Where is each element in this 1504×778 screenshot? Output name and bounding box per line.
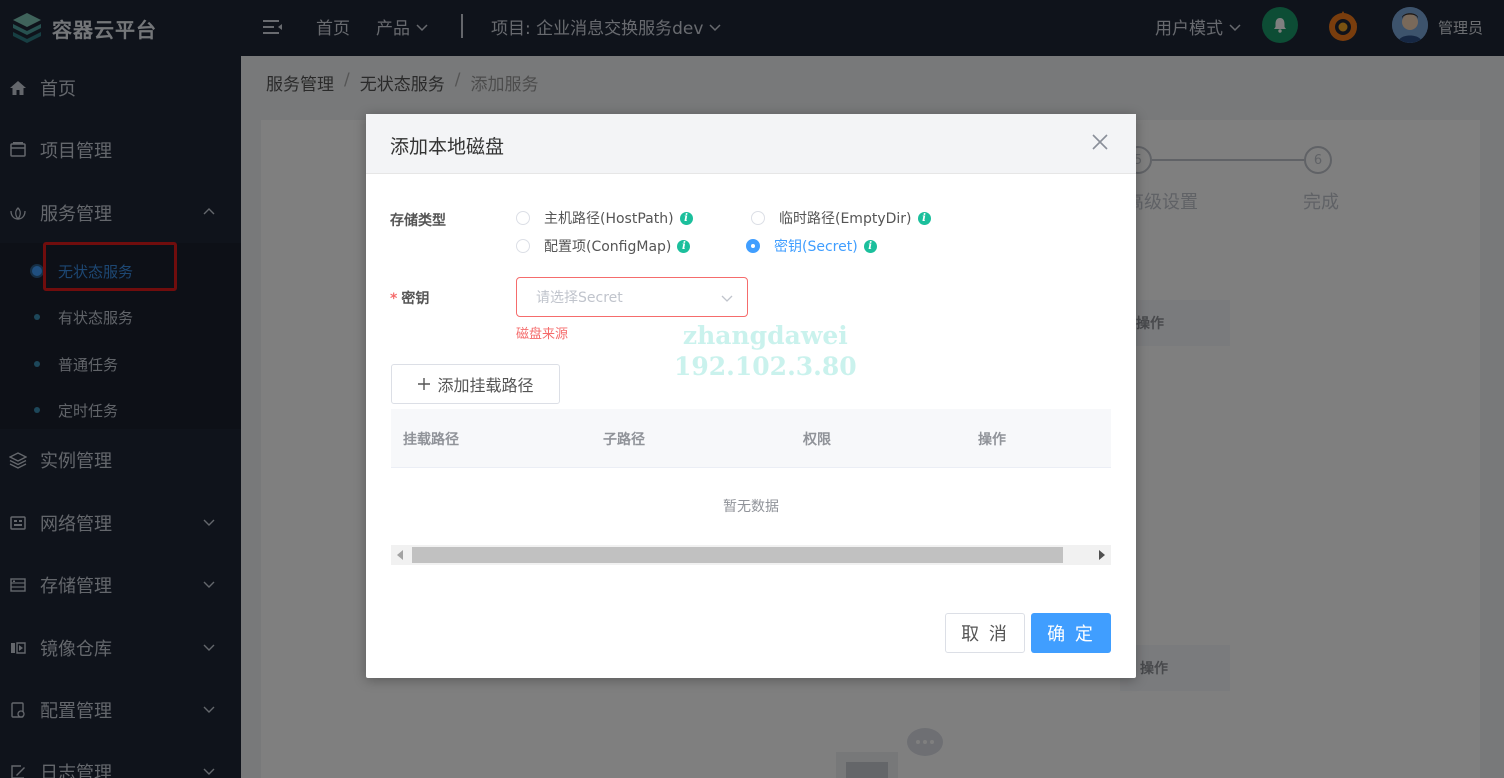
storage-type-label: 存储类型 xyxy=(390,213,446,229)
radio-circle xyxy=(751,211,765,225)
required-asterisk: * xyxy=(390,291,398,307)
info-icon[interactable]: i xyxy=(677,239,691,253)
radio-label: 主机路径(HostPath) xyxy=(544,211,674,227)
watermark-line: 192.102.3.80 xyxy=(674,352,857,381)
close-icon[interactable] xyxy=(1090,132,1110,152)
info-icon[interactable]: i xyxy=(863,239,877,253)
add-mount-path-label: 添加挂载路径 xyxy=(437,376,534,395)
secret-select-placeholder: 请选择Secret xyxy=(536,290,623,306)
scroll-right-arrow-icon[interactable] xyxy=(1099,550,1105,560)
secret-label: * 密钥 xyxy=(390,288,429,308)
column-header: 挂载路径 xyxy=(403,432,459,448)
radio-secret[interactable]: 密钥(Secret) i xyxy=(746,236,877,256)
add-local-disk-dialog: 添加本地磁盘 存储类型 主机路径(HostPath) i 临时路径(EmptyD… xyxy=(366,114,1136,678)
add-mount-path-button[interactable]: 添加挂载路径 xyxy=(391,364,560,404)
column-header: 权限 xyxy=(803,432,831,448)
radio-emptydir[interactable]: 临时路径(EmptyDir) i xyxy=(751,208,931,228)
confirm-button[interactable]: 确 定 xyxy=(1031,613,1111,653)
radio-configmap[interactable]: 配置项(ConfigMap) i xyxy=(516,236,691,256)
radio-label: 密钥(Secret) xyxy=(774,239,858,255)
chevron-down-icon xyxy=(721,295,733,302)
radio-hostpath[interactable]: 主机路径(HostPath) i xyxy=(516,208,693,228)
radio-label: 临时路径(EmptyDir) xyxy=(779,211,912,227)
radio-circle xyxy=(746,239,760,253)
validation-error: 磁盘来源 xyxy=(516,327,569,342)
scrollbar-thumb[interactable] xyxy=(412,547,1063,563)
secret-select[interactable]: 请选择Secret xyxy=(516,277,748,317)
scroll-left-arrow-icon[interactable] xyxy=(397,550,403,560)
radio-circle xyxy=(516,239,530,253)
watermark-line: zhangdawei xyxy=(682,321,848,350)
secret-label-text: 密钥 xyxy=(401,291,430,307)
cancel-button[interactable]: 取 消 xyxy=(945,613,1025,653)
table-header: 挂载路径 子路径 权限 操作 xyxy=(391,409,1111,468)
horizontal-scrollbar[interactable] xyxy=(391,545,1111,565)
dialog-title: 添加本地磁盘 xyxy=(390,136,505,158)
mount-path-table: 挂载路径 子路径 权限 操作 暂无数据 xyxy=(391,409,1111,565)
info-icon[interactable]: i xyxy=(679,211,693,225)
watermark: zhangdawei 192.102.3.80 xyxy=(674,320,857,382)
column-header: 子路径 xyxy=(603,432,645,448)
dialog-header: 添加本地磁盘 xyxy=(366,114,1136,174)
radio-label: 配置项(ConfigMap) xyxy=(544,239,672,255)
plus-icon xyxy=(418,378,431,390)
empty-state-text: 暂无数据 xyxy=(723,499,779,515)
info-icon[interactable]: i xyxy=(917,211,931,225)
radio-circle xyxy=(516,211,530,225)
column-header: 操作 xyxy=(978,432,1006,448)
